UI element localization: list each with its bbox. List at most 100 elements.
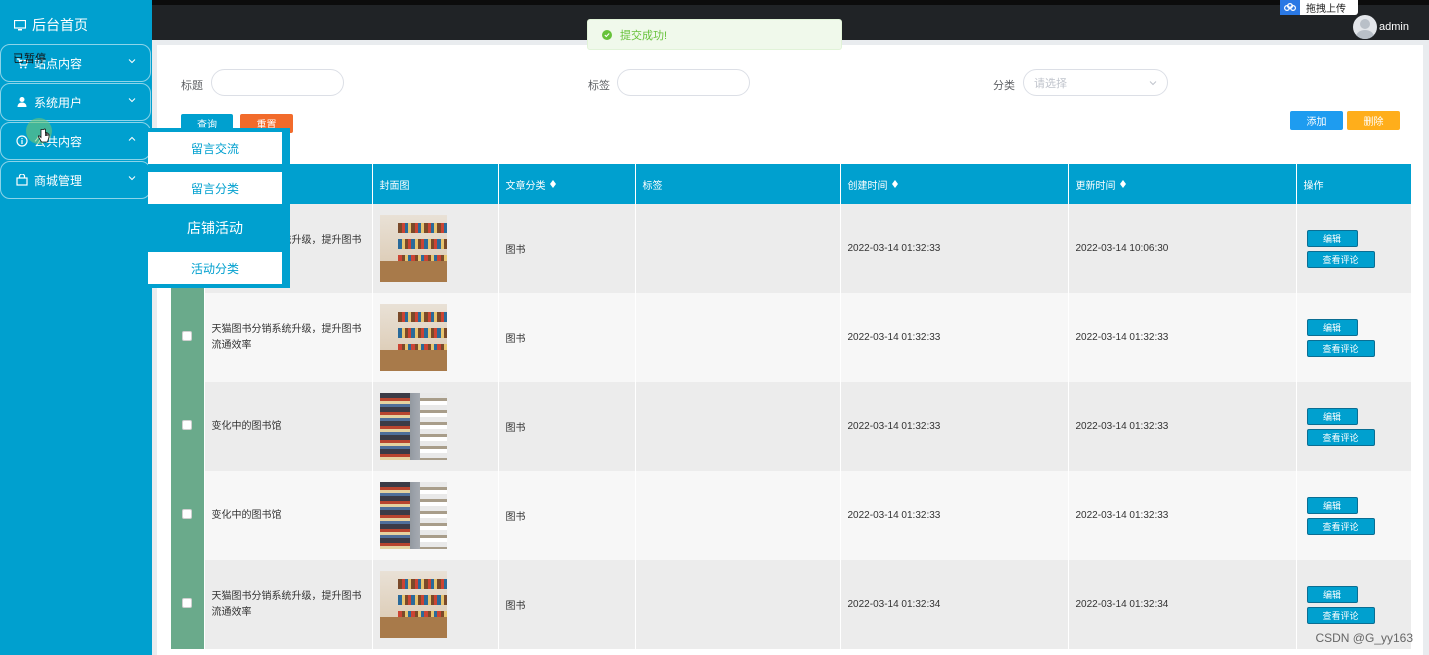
category-select[interactable]: 请选择 [1023,69,1168,96]
row-cover-cell [372,560,499,649]
row-updated: 2022-03-14 01:32:33 [1068,382,1297,471]
chevron-up-icon [128,136,136,141]
tag-filter-label: 标签 [588,80,610,92]
check-circle-icon [602,29,612,40]
row-checkbox[interactable] [182,598,193,608]
bookshelf-cover-image [379,304,447,371]
submenu-item-activity-category[interactable]: 活动分类 [148,252,282,284]
sidebar-item-label: 系统用户 [34,95,83,110]
avatar[interactable] [1353,15,1377,39]
edit-button[interactable]: 编辑 [1306,585,1358,603]
submenu-item-store-activity[interactable]: 店铺活动 [148,212,282,244]
article-table: 标题 封面图 文章分类 标签 创建时间 更新时间 操作 天猫图书分销系统升级，提… [171,164,1412,649]
column-header-updated[interactable]: 更新时间 [1068,164,1297,204]
row-actions: 编辑 查看评论 [1296,293,1412,382]
username[interactable]: admin [1379,21,1409,33]
bookshelf-cover-image [379,571,447,638]
tag-filter-input[interactable] [617,69,750,96]
row-title: 天猫图书分销系统升级，提升图书流通效率 [204,293,373,382]
row-tag [635,382,841,471]
row-checkbox-cell [171,293,205,382]
row-title: 变化中的图书馆 [204,471,373,560]
column-header-category-label: 文章分类 [505,180,546,192]
table-header-row: 标题 封面图 文章分类 标签 创建时间 更新时间 操作 [171,164,1412,204]
row-tag [635,560,841,649]
submenu-item-message-exchange[interactable]: 留言交流 [148,132,282,164]
column-header-category[interactable]: 文章分类 [498,164,636,204]
row-title: 变化中的图书馆 [204,382,373,471]
add-button[interactable]: 添加 [1290,111,1343,130]
row-cover-cell [372,204,499,293]
watermark: CSDN @G_yy163 [1315,631,1413,645]
sort-icon[interactable] [549,179,556,188]
row-created: 2022-03-14 01:32:33 [840,471,1069,560]
drag-upload-badge[interactable]: 拖拽上传 [1280,0,1358,15]
row-checkbox[interactable] [182,509,193,519]
info-icon [16,135,28,147]
drag-upload-label: 拖拽上传 [1306,4,1346,15]
bookshelf-cover-image [379,215,447,282]
row-updated: 2022-03-14 01:32:33 [1068,471,1297,560]
sidebar-item-label: 商城管理 [34,173,83,188]
column-header-tag: 标签 [635,164,841,204]
table-row: 变化中的图书馆 图书 2022-03-14 01:32:33 2022-03-1… [171,471,1412,560]
row-created: 2022-03-14 01:32:33 [840,382,1069,471]
sidebar-item-mall-management[interactable]: 商城管理 [0,161,151,199]
success-toast: 提交成功! [587,19,842,50]
row-created: 2022-03-14 01:32:33 [840,293,1069,382]
row-tag [635,471,841,560]
category-select-placeholder: 请选择 [1034,77,1067,90]
chevron-down-icon [1149,81,1157,86]
sort-icon[interactable] [891,179,898,188]
row-updated: 2022-03-14 01:32:33 [1068,293,1297,382]
edit-button[interactable]: 编辑 [1306,318,1358,336]
row-cover-cell [372,382,499,471]
row-checkbox-cell [171,382,205,471]
row-category: 图书 [498,293,636,382]
view-comments-button[interactable]: 查看评论 [1306,606,1375,624]
view-comments-button[interactable]: 查看评论 [1306,250,1375,268]
view-comments-button[interactable]: 查看评论 [1306,339,1375,357]
delete-button[interactable]: 删除 [1347,111,1400,130]
row-actions: 编辑 查看评论 [1296,204,1412,293]
row-cover-cell [372,293,499,382]
column-header-actions: 操作 [1296,164,1412,204]
sidebar-home[interactable]: 后台首页 [0,6,152,44]
submenu-item-message-category[interactable]: 留言分类 [148,172,282,204]
paused-label: 已暂停 [13,53,46,65]
title-filter-label: 标题 [181,80,203,92]
sidebar: 后台首页 站点内容 系统用户 公共内容 商城管理 [0,0,152,655]
row-actions: 编辑 查看评论 [1296,382,1412,471]
submenu-popup: 留言交流 留言分类 店铺活动 活动分类 [148,128,290,288]
row-category: 图书 [498,382,636,471]
monitor-icon [14,19,26,30]
library-aisle-cover-image [379,393,447,460]
sidebar-item-system-users[interactable]: 系统用户 [0,83,151,121]
column-header-cover: 封面图 [372,164,499,204]
chevron-down-icon [128,98,136,103]
row-updated: 2022-03-14 01:32:34 [1068,560,1297,649]
table-row: 天猫图书分销系统升级，提升图书流通效率 图书 2022-03-14 01:32:… [171,293,1412,382]
category-filter-label: 分类 [993,80,1015,92]
column-header-created[interactable]: 创建时间 [840,164,1069,204]
toast-message: 提交成功! [620,29,668,42]
edit-button[interactable]: 编辑 [1306,229,1358,247]
row-checkbox[interactable] [182,420,193,430]
row-cover-cell [372,471,499,560]
edit-button[interactable]: 编辑 [1306,496,1358,514]
column-header-updated-label: 更新时间 [1075,180,1116,192]
row-checkbox[interactable] [182,331,193,341]
row-category: 图书 [498,204,636,293]
view-comments-button[interactable]: 查看评论 [1306,517,1375,535]
row-created: 2022-03-14 01:32:33 [840,204,1069,293]
row-tag [635,204,841,293]
row-checkbox-cell [171,471,205,560]
chevron-down-icon [128,176,136,181]
table-row: 变化中的图书馆 图书 2022-03-14 01:32:33 2022-03-1… [171,382,1412,471]
view-comments-button[interactable]: 查看评论 [1306,428,1375,446]
edit-button[interactable]: 编辑 [1306,407,1358,425]
title-filter-input[interactable] [211,69,344,96]
row-created: 2022-03-14 01:32:34 [840,560,1069,649]
sidebar-item-public-content[interactable]: 公共内容 [0,122,151,160]
sort-icon[interactable] [1119,179,1126,188]
